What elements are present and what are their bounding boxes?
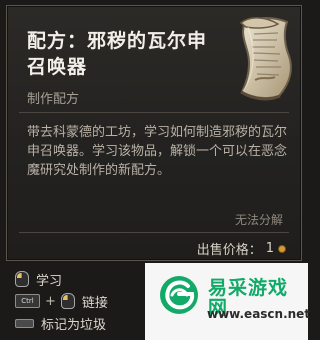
title-divider: [19, 112, 289, 113]
scroll-icon: [239, 17, 292, 101]
price-divider: [19, 232, 289, 233]
watermark-url: www.eascn.net: [207, 307, 311, 321]
learn-action[interactable]: 学习: [15, 269, 62, 289]
learn-label: 学习: [36, 273, 63, 289]
item-subtype: 制作配方: [27, 92, 80, 107]
sell-price-value: 1: [265, 241, 274, 256]
ctrl-key-icon: Ctrl: [15, 294, 40, 308]
mark-junk-label: 标记为垃圾: [41, 317, 107, 333]
item-title: 配方：邪秽的瓦尔申召唤器: [27, 30, 208, 78]
item-actions: 学习 Ctrl + 链接 标记为垃圾: [7, 266, 167, 340]
mark-junk-action[interactable]: 标记为垃圾: [15, 313, 106, 333]
link-label: 链接: [81, 295, 108, 311]
coin-icon: [279, 245, 285, 252]
site-watermark: 易采游戏网 www.eascn.net: [145, 263, 311, 340]
sell-price: 出售价格： 1: [197, 239, 285, 258]
link-action[interactable]: Ctrl + 链接: [15, 291, 108, 311]
plus-sign: +: [45, 293, 56, 309]
mouse-icon: [60, 293, 75, 309]
site-logo-icon: [160, 276, 198, 314]
item-tooltip: 配方：邪秽的瓦尔申召唤器 制作配方 带去科蒙德的工坊，学习如何制造邪秽的瓦尔申召…: [6, 5, 302, 261]
cannot-dismantle-label: 无法分解: [234, 213, 283, 227]
space-key-icon: [15, 318, 34, 328]
sell-price-label: 出售价格：: [196, 243, 262, 258]
item-description: 带去科蒙德的工坊，学习如何制造邪秽的瓦尔申召唤器。学习该物品，解锁一个可以在恶念…: [27, 125, 288, 178]
mouse-icon: [15, 271, 29, 287]
